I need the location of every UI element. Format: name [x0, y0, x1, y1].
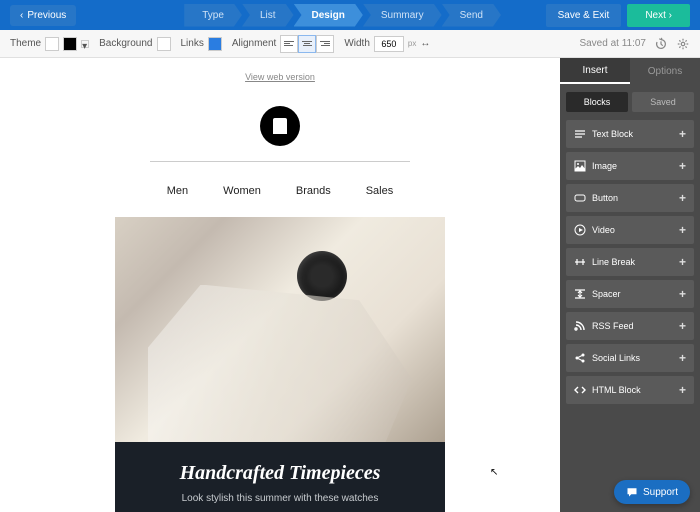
nav-men[interactable]: Men — [167, 185, 188, 197]
hero-subtitle: Look stylish this summer with these watc… — [125, 493, 435, 504]
block-html[interactable]: HTML Block + — [566, 376, 694, 404]
theme-label: Theme — [10, 38, 41, 49]
chevron-down-icon[interactable]: ▾ — [81, 40, 89, 48]
block-video[interactable]: Video + — [566, 216, 694, 244]
align-right-button[interactable] — [316, 35, 334, 53]
plus-icon: + — [679, 351, 686, 365]
brand-logo — [260, 106, 300, 146]
hero-title: Handcrafted Timepieces — [125, 462, 435, 485]
block-label: Spacer — [592, 289, 621, 299]
block-label: Button — [592, 193, 618, 203]
wizard-step-summary[interactable]: Summary — [363, 4, 442, 27]
block-rss[interactable]: RSS Feed + — [566, 312, 694, 340]
plus-icon: + — [679, 127, 686, 141]
subtab-blocks[interactable]: Blocks — [566, 92, 628, 112]
width-input[interactable] — [374, 36, 404, 52]
subtab-saved[interactable]: Saved — [632, 92, 694, 112]
plus-icon: + — [679, 383, 686, 397]
design-toolbar: Theme ▾ Background Links Alignment Width p… — [0, 30, 700, 58]
theme-swatch-dark[interactable] — [63, 37, 77, 51]
wizard-step-send[interactable]: Send — [442, 4, 501, 27]
block-image[interactable]: Image + — [566, 152, 694, 180]
width-unit: px — [408, 39, 416, 48]
plus-icon: + — [679, 287, 686, 301]
email-canvas: View web version Men Women Brands Sales … — [0, 58, 560, 512]
blocks-list: Text Block+Image+Button+Video+Line Break… — [560, 120, 700, 404]
plus-icon: + — [679, 223, 686, 237]
view-web-link[interactable]: View web version — [0, 68, 560, 86]
hero-image — [115, 217, 445, 442]
wizard-step-list[interactable]: List — [242, 4, 294, 27]
alignment-label: Alignment — [232, 38, 276, 49]
block-label: Line Break — [592, 257, 635, 267]
plus-icon: + — [679, 191, 686, 205]
wizard-step-design[interactable]: Design — [294, 4, 363, 27]
nav-menu: Men Women Brands Sales — [0, 177, 560, 217]
expand-icon[interactable]: ↔ — [420, 38, 430, 49]
chat-icon — [626, 486, 638, 498]
align-left-button[interactable] — [280, 35, 298, 53]
html-icon — [574, 384, 586, 396]
canvas-area[interactable]: View web version Men Women Brands Sales … — [0, 58, 560, 512]
links-label: Links — [181, 38, 204, 49]
spacer-icon — [574, 288, 586, 300]
gear-icon[interactable] — [676, 37, 690, 51]
block-label: Video — [592, 225, 615, 235]
background-label: Background — [99, 38, 152, 49]
history-icon[interactable] — [654, 37, 668, 51]
tab-options[interactable]: Options — [630, 58, 700, 84]
block-label: Image — [592, 161, 617, 171]
nav-brands[interactable]: Brands — [296, 185, 331, 197]
sidebar: Insert Options Blocks Saved Text Block+I… — [560, 58, 700, 512]
divider — [150, 161, 410, 162]
plus-icon: + — [679, 159, 686, 173]
social-icon — [574, 352, 586, 364]
rss-icon — [574, 320, 586, 332]
chevron-right-icon: › — [669, 10, 672, 21]
links-swatch[interactable] — [208, 37, 222, 51]
block-social[interactable]: Social Links + — [566, 344, 694, 372]
top-bar: ‹Previous Type List Design Summary Send … — [0, 0, 700, 30]
nav-women[interactable]: Women — [223, 185, 261, 197]
next-button[interactable]: Next › — [627, 4, 690, 27]
text-icon — [574, 128, 586, 140]
tab-insert[interactable]: Insert — [560, 58, 630, 84]
block-label: RSS Feed — [592, 321, 634, 331]
theme-swatch-light[interactable] — [45, 37, 59, 51]
block-label: Social Links — [592, 353, 640, 363]
plus-icon: + — [679, 319, 686, 333]
block-label: HTML Block — [592, 385, 641, 395]
previous-button[interactable]: ‹Previous — [10, 5, 76, 26]
chevron-left-icon: ‹ — [20, 10, 23, 21]
plus-icon: + — [679, 255, 686, 269]
width-label: Width — [344, 38, 370, 49]
image-icon — [574, 160, 586, 172]
block-spacer[interactable]: Spacer + — [566, 280, 694, 308]
wizard-step-type[interactable]: Type — [184, 4, 242, 27]
block-text[interactable]: Text Block + — [566, 120, 694, 148]
hero-block[interactable]: Handcrafted Timepieces Look stylish this… — [115, 217, 445, 512]
background-swatch[interactable] — [157, 37, 171, 51]
save-exit-button[interactable]: Save & Exit — [546, 4, 622, 27]
button-icon — [574, 192, 586, 204]
saved-status: Saved at 11:07 — [579, 38, 646, 49]
block-label: Text Block — [592, 129, 633, 139]
line-icon — [574, 256, 586, 268]
support-button[interactable]: Support — [614, 480, 690, 504]
hero-text: Handcrafted Timepieces Look stylish this… — [115, 442, 445, 512]
align-center-button[interactable] — [298, 35, 316, 53]
block-button[interactable]: Button + — [566, 184, 694, 212]
nav-sales[interactable]: Sales — [366, 185, 394, 197]
video-icon — [574, 224, 586, 236]
block-line[interactable]: Line Break + — [566, 248, 694, 276]
wizard-steps: Type List Design Summary Send — [184, 4, 501, 27]
